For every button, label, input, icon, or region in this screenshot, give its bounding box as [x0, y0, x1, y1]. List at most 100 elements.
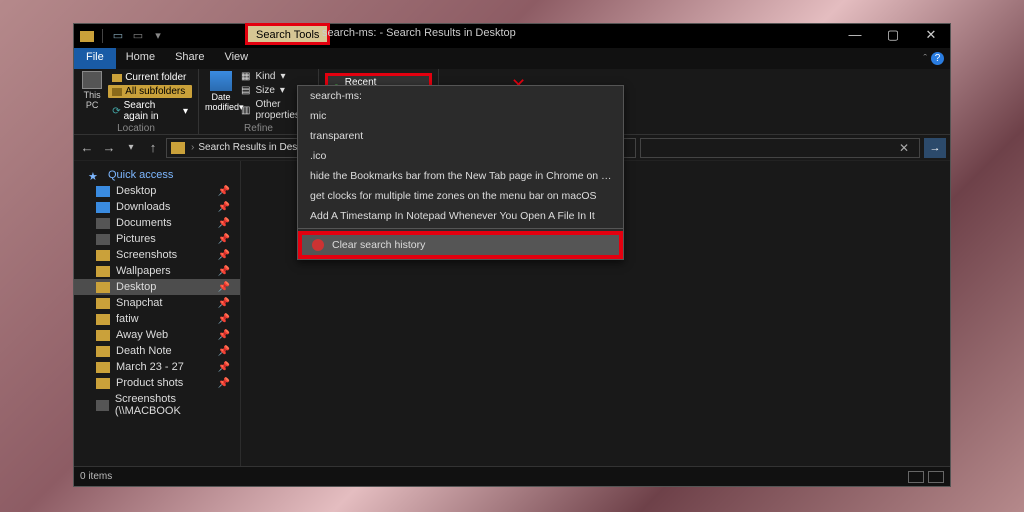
sidebar-item-label: Snapchat	[116, 297, 162, 309]
sidebar-item[interactable]: Downloads 📌	[74, 199, 240, 215]
ribbon-group-label: Location	[80, 123, 192, 135]
folder-icon	[96, 250, 110, 261]
recent-search-item[interactable]: .ico	[298, 146, 623, 166]
sidebar-item[interactable]: Documents📌	[74, 215, 240, 231]
maximize-button[interactable]: ▢	[874, 24, 912, 48]
titlebar: ▭ ▭ ▾ Search Tools search-ms: - Search R…	[74, 24, 950, 48]
folder-icon	[96, 330, 110, 341]
search-again-button[interactable]: ⟳Search again in ▾	[108, 99, 192, 123]
statusbar: 0 items	[74, 466, 950, 486]
sidebar-item[interactable]: Snapchat 📌	[74, 295, 240, 311]
sidebar-item-label: Desktop	[116, 185, 156, 197]
sidebar-item[interactable]: Wallpapers 📌	[74, 263, 240, 279]
separator	[298, 228, 623, 229]
folder-icon	[96, 218, 110, 229]
go-button[interactable]: →	[924, 138, 946, 158]
sidebar-item[interactable]: Desktop📌	[74, 279, 240, 295]
sidebar-item[interactable]: Death Note📌	[74, 343, 240, 359]
pin-icon: 📌	[218, 282, 230, 293]
new-folder-icon[interactable]: ▭	[131, 29, 145, 43]
collapse-ribbon-icon[interactable]: ˆ	[923, 53, 927, 65]
sidebar-item-label: Away Web	[116, 329, 168, 341]
recent-searches-dropdown: search-ms:mictransparent.icohide the Boo…	[297, 85, 624, 260]
sidebar-item[interactable]: March 23 - 27📌	[74, 359, 240, 375]
pin-icon: 📌	[218, 314, 230, 325]
all-subfolders-button[interactable]: All subfolders	[108, 85, 192, 98]
folder-icon	[96, 400, 109, 411]
kind-button[interactable]: ▦ Kind ▾	[241, 71, 312, 82]
sidebar-item-label: Product shots	[116, 377, 183, 389]
this-pc-button[interactable]: This PC	[80, 71, 104, 123]
folder-icon	[96, 298, 110, 309]
search-box[interactable]: ✕	[640, 138, 920, 158]
sidebar-item[interactable]: Desktop 📌	[74, 183, 240, 199]
folder-icon	[96, 234, 110, 245]
divider	[102, 29, 103, 43]
monitor-icon	[82, 71, 102, 89]
minimize-button[interactable]: —	[836, 24, 874, 48]
forward-button[interactable]: →	[100, 140, 118, 155]
star-icon: ★	[88, 170, 102, 181]
pin-icon: 📌	[218, 346, 230, 357]
calendar-icon	[210, 71, 232, 91]
sidebar-item-label: Downloads	[116, 201, 170, 213]
folder-icon	[96, 314, 110, 325]
close-button[interactable]: ✕	[912, 24, 950, 48]
clear-search-history[interactable]: Clear search history	[302, 235, 619, 255]
sidebar-item-label: Documents	[116, 217, 172, 229]
folder-icon	[96, 282, 110, 293]
file-menu[interactable]: File	[74, 48, 116, 69]
back-button[interactable]: ←	[78, 140, 96, 155]
recent-search-item[interactable]: transparent	[298, 126, 623, 146]
ribbon-group-location: This PC Current folder All subfolders ⟳S…	[74, 69, 199, 134]
sidebar-item[interactable]: Screenshots 📌	[74, 247, 240, 263]
date-modified-button[interactable]: Date modified▾	[205, 71, 237, 123]
pin-icon: 📌	[218, 202, 230, 213]
share-menu[interactable]: Share	[165, 48, 214, 69]
sidebar-item[interactable]: Product shots 📌	[74, 375, 240, 391]
view-switcher	[908, 471, 944, 483]
home-menu[interactable]: Home	[116, 48, 165, 69]
ribbon-help: ˆ ?	[923, 48, 950, 69]
recent-search-item[interactable]: get clocks for multiple time zones on th…	[298, 186, 623, 206]
recent-search-item[interactable]: search-ms:	[298, 86, 623, 106]
folder-icon	[96, 202, 110, 213]
folder-icon	[96, 362, 110, 373]
pin-icon: 📌	[218, 266, 230, 277]
folder-icon	[96, 346, 110, 357]
help-icon[interactable]: ?	[931, 52, 944, 65]
folder-icon	[96, 266, 110, 277]
ribbon-group-label: Refine	[205, 123, 312, 135]
clear-search-icon[interactable]: ✕	[899, 141, 909, 155]
recent-locations-icon[interactable]: ▾	[122, 142, 140, 153]
quick-access[interactable]: ★ Quick access	[74, 167, 240, 183]
details-view-icon[interactable]	[908, 471, 924, 483]
sidebar-item-label: Screenshots	[116, 249, 177, 261]
sidebar-item[interactable]: Screenshots (\\MACBOOK	[74, 391, 240, 419]
window-controls: — ▢ ✕	[836, 24, 950, 48]
menubar: File Home Share View ˆ ?	[74, 48, 950, 69]
current-folder-button[interactable]: Current folder	[108, 71, 192, 84]
pin-icon: 📌	[218, 330, 230, 341]
search-tools-tab[interactable]: Search Tools	[245, 23, 330, 45]
up-button[interactable]: ↑	[144, 140, 162, 155]
pin-icon: 📌	[218, 378, 230, 389]
sidebar-item[interactable]: fatiw📌	[74, 311, 240, 327]
thumbnails-view-icon[interactable]	[928, 471, 944, 483]
pin-icon: 📌	[218, 186, 230, 197]
sidebar-item-label: Wallpapers	[116, 265, 171, 277]
sidebar-item[interactable]: Pictures📌	[74, 231, 240, 247]
quick-access-toolbar: ▭ ▭ ▾	[74, 29, 165, 43]
recent-search-item[interactable]: Add A Timestamp In Notepad Whenever You …	[298, 206, 623, 226]
pin-icon: 📌	[218, 298, 230, 309]
properties-icon[interactable]: ▭	[111, 29, 125, 43]
folder-icon	[96, 378, 110, 389]
folder-icon	[96, 186, 110, 197]
qat-dropdown-icon[interactable]: ▾	[151, 29, 165, 43]
pin-icon: 📌	[218, 250, 230, 261]
view-menu[interactable]: View	[214, 48, 258, 69]
recent-search-item[interactable]: mic	[298, 106, 623, 126]
sidebar-item-label: Screenshots (\\MACBOOK	[115, 393, 234, 417]
recent-search-item[interactable]: hide the Bookmarks bar from the New Tab …	[298, 166, 623, 186]
sidebar-item[interactable]: Away Web 📌	[74, 327, 240, 343]
